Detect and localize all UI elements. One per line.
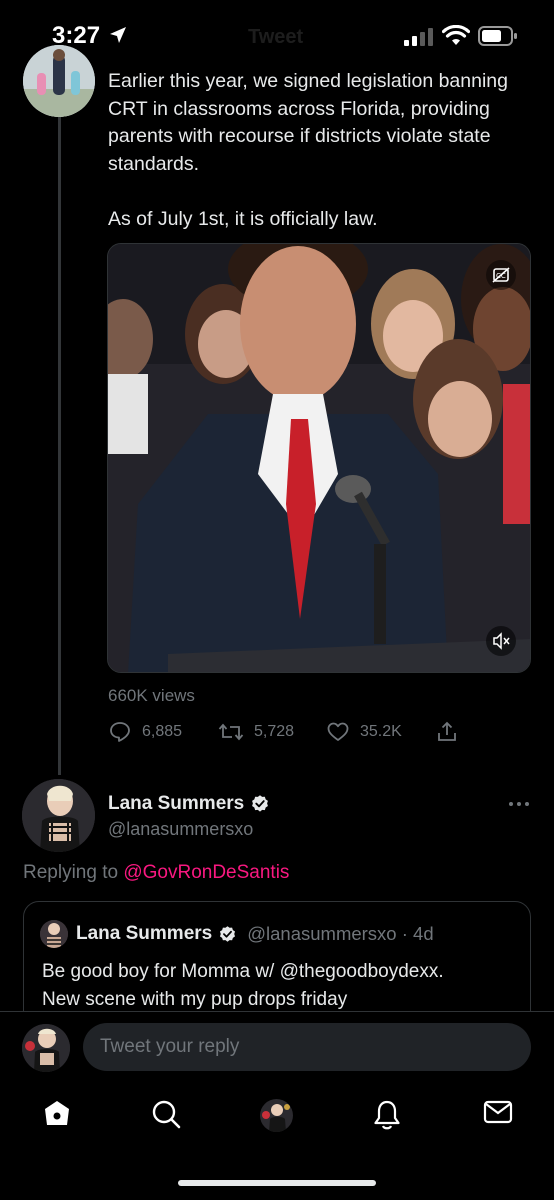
captions-icon: CC (492, 267, 510, 283)
author-avatar[interactable] (23, 45, 95, 117)
reply-author-handle[interactable]: @lanasummersxo (108, 819, 253, 840)
home-indicator[interactable] (178, 1180, 376, 1186)
tweet-text: Earlier this year, we signed legislation… (108, 68, 528, 261)
share-icon (438, 721, 456, 741)
quoted-text-line: New scene with my pup drops friday (42, 989, 348, 1010)
quoted-avatar-image (40, 920, 68, 948)
more-icon[interactable] (508, 800, 530, 808)
bell-icon[interactable] (372, 1099, 402, 1131)
spaces-avatar-image (260, 1099, 293, 1132)
reply-button[interactable]: 6,885 (108, 718, 182, 746)
quoted-author-avatar (40, 920, 68, 948)
tweet-paragraph: Earlier this year, we signed legislation… (108, 70, 508, 175)
mail-icon[interactable] (483, 1099, 513, 1125)
view-count: 660K views (108, 686, 195, 705)
retweet-button[interactable]: 5,728 (218, 718, 294, 746)
spaces-avatar-icon[interactable] (260, 1099, 293, 1132)
battery-icon (478, 26, 517, 46)
video-frame (108, 244, 530, 672)
mute-button[interactable] (486, 626, 516, 656)
replying-to-mention[interactable]: @GovRonDeSantis (123, 862, 289, 883)
current-user-avatar-image (22, 1024, 70, 1072)
quoted-handle-time: @lanasummersxo · 4d (247, 923, 434, 944)
retweet-icon (218, 723, 244, 741)
like-count: 35.2K (360, 723, 402, 740)
reply-icon (110, 722, 130, 742)
reply-author-name[interactable]: Lana Summers (108, 793, 270, 815)
author-avatar-image (23, 45, 95, 117)
wifi-icon (442, 25, 470, 45)
share-button[interactable] (435, 718, 469, 746)
reply-avatar-image (22, 779, 95, 852)
home-icon[interactable] (43, 1099, 71, 1127)
quoted-author-line: Lana Summers @lanasummersxo · 4d (76, 923, 434, 945)
like-button[interactable]: 35.2K (326, 718, 402, 746)
bottom-tab-bar (0, 1083, 554, 1153)
current-user-avatar[interactable] (22, 1024, 70, 1072)
quoted-author-name: Lana Summers (76, 923, 213, 944)
quoted-tweet-text: Be good boy for Momma w/ @thegoodboydexx… (42, 958, 512, 1014)
replying-to-line: Replying to @GovRonDeSantis (23, 862, 289, 884)
background-title: Tweet (248, 26, 304, 48)
tweet-actions: 6,885 5,728 35.2K (108, 718, 528, 746)
quoted-text-line: Be good boy for Momma w/ @thegoodboydexx… (42, 961, 444, 982)
location-arrow-icon (110, 27, 126, 43)
replying-to-prefix: Replying to (23, 862, 119, 883)
search-icon[interactable] (151, 1099, 181, 1129)
tweet-paragraph: As of July 1st, it is officially law. (108, 207, 378, 230)
captions-button[interactable]: CC (486, 260, 516, 290)
heart-icon (327, 722, 349, 741)
reply-author-name-text: Lana Summers (108, 793, 245, 814)
verified-badge-icon (252, 795, 269, 812)
tweet-video[interactable]: CC (107, 243, 531, 673)
cellular-signal-icon (404, 28, 433, 46)
verified-badge-icon (220, 925, 236, 942)
reply-input[interactable]: Tweet your reply (83, 1023, 531, 1071)
mute-icon (493, 632, 510, 650)
reply-count: 6,885 (142, 723, 183, 740)
retweet-count: 5,728 (254, 723, 295, 740)
thread-connector-line (58, 115, 61, 775)
reply-author-avatar[interactable] (22, 779, 95, 852)
